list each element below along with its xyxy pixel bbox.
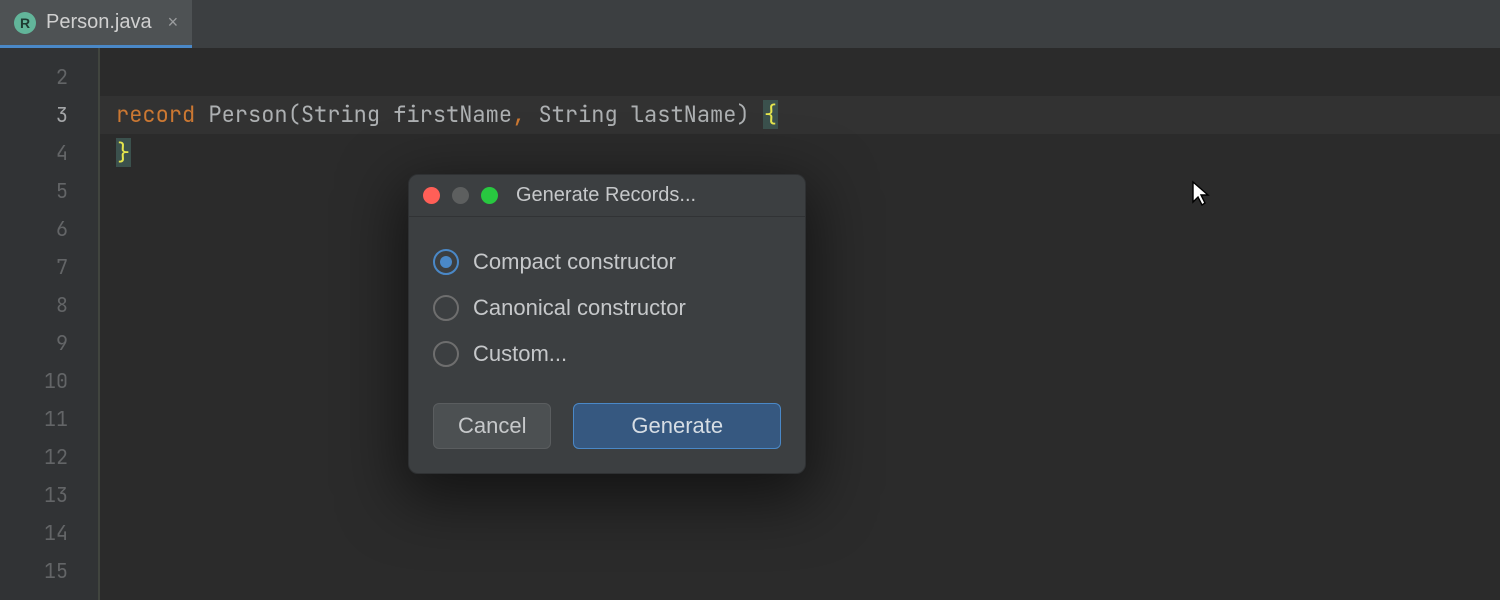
line-number[interactable]: 5 [0,172,98,210]
tab-bar-empty [192,0,1500,48]
line-number[interactable]: 13 [0,476,98,514]
tab-bar: R Person.java × [0,0,1500,48]
code-line-3[interactable]: record Person(String firstName, String l… [100,96,1500,134]
line-number[interactable]: 12 [0,438,98,476]
radio-option-0[interactable]: Compact constructor [433,239,781,285]
radio-icon[interactable] [433,249,459,275]
brace-open: { [763,100,778,129]
radio-label: Canonical constructor [473,295,686,321]
code-line-14[interactable] [100,514,1500,552]
keyword-record: record [116,100,195,129]
line-number[interactable]: 8 [0,286,98,324]
generate-button[interactable]: Generate [573,403,781,449]
dialog-title: Generate Records... [516,184,696,207]
record-file-icon: R [14,12,36,34]
code-line-13[interactable] [100,476,1500,514]
line-number-gutter: 23456789101112131415 [0,48,100,600]
brace-close: } [116,138,131,167]
line-number[interactable]: 9 [0,324,98,362]
tab-filename: Person.java [46,11,152,34]
generate-records-dialog: Generate Records... Compact constructorC… [408,174,806,474]
close-window-icon[interactable] [423,187,440,204]
radio-icon[interactable] [433,341,459,367]
radio-option-1[interactable]: Canonical constructor [433,285,781,331]
radio-option-2[interactable]: Custom... [433,331,781,377]
line-number[interactable]: 6 [0,210,98,248]
radio-label: Compact constructor [473,249,676,275]
dialog-footer: Cancel Generate [409,385,805,473]
line-number[interactable]: 2 [0,58,98,96]
cancel-button[interactable]: Cancel [433,403,551,449]
window-controls [423,187,498,204]
editor-tab-person[interactable]: R Person.java × [0,0,192,48]
line-number[interactable]: 7 [0,248,98,286]
zoom-window-icon[interactable] [481,187,498,204]
dialog-titlebar[interactable]: Generate Records... [409,175,805,217]
code-line-2[interactable] [100,58,1500,96]
line-number[interactable]: 11 [0,400,98,438]
line-number[interactable]: 3 [0,96,98,134]
class-name: Person [208,100,287,129]
radio-label: Custom... [473,341,567,367]
line-number[interactable]: 15 [0,552,98,590]
dialog-body: Compact constructor Canonical constructor… [409,217,805,385]
code-line-15[interactable] [100,552,1500,590]
close-tab-icon[interactable]: × [168,12,179,33]
code-line-4[interactable]: } [100,134,1500,172]
radio-icon[interactable] [433,295,459,321]
minimize-window-icon[interactable] [452,187,469,204]
line-number[interactable]: 14 [0,514,98,552]
line-number[interactable]: 4 [0,134,98,172]
line-number[interactable]: 10 [0,362,98,400]
